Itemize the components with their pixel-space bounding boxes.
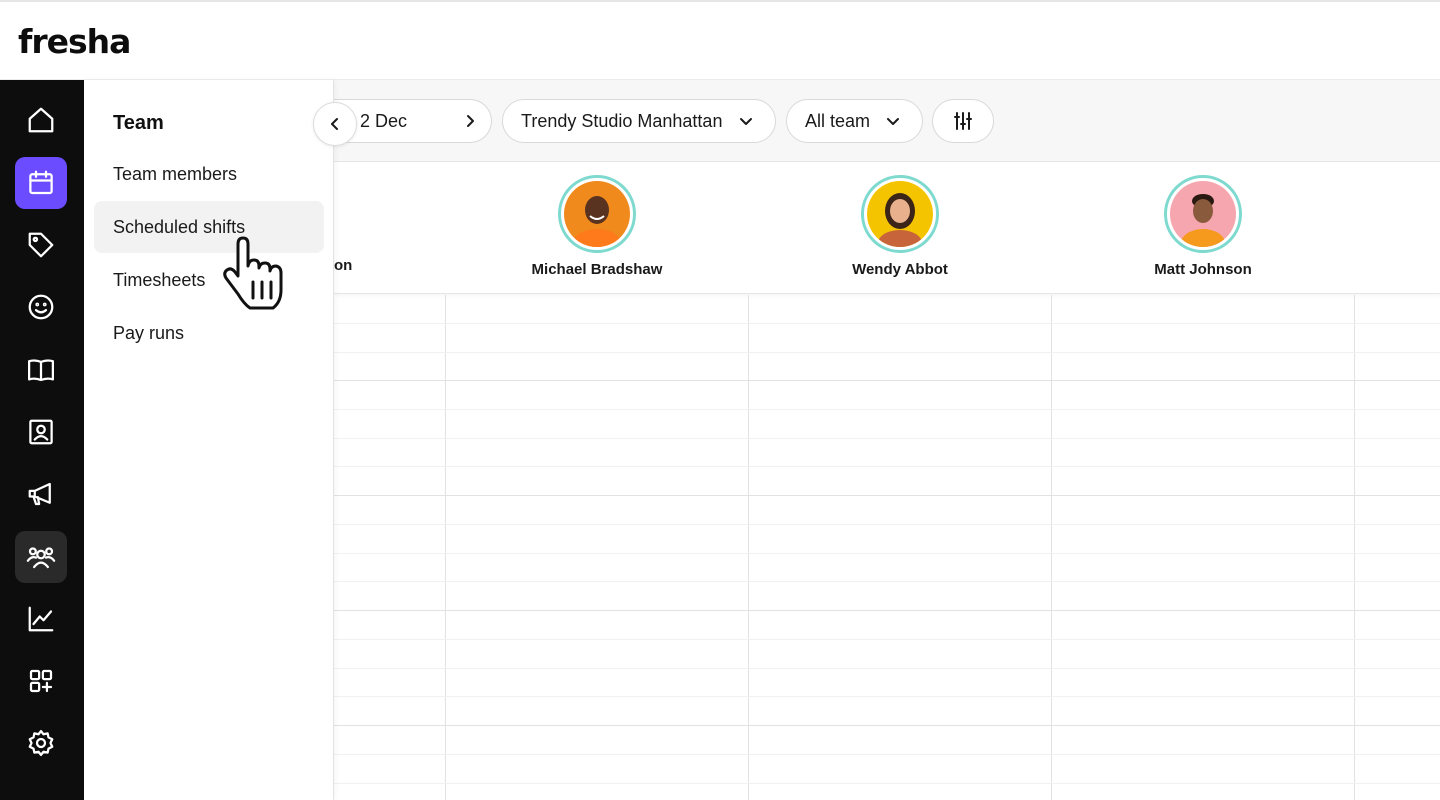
smile-icon [28,294,54,320]
nav-sales[interactable] [15,219,67,271]
nav-online-profile[interactable] [15,406,67,458]
book-icon [28,359,54,382]
grid-row-divider [334,409,1440,410]
grid-row-divider [334,783,1440,784]
grid-hour-divider [334,380,1440,381]
member-name: Michael Bradshaw [531,261,663,278]
submenu-item-team-members[interactable]: Team members [94,148,324,200]
home-icon [28,107,54,133]
tag-icon [28,232,54,258]
nav-team[interactable] [15,531,67,583]
chevron-right-icon [467,115,474,127]
sliders-icon [954,112,972,130]
grid-row-divider [334,553,1440,554]
megaphone-icon [28,482,51,506]
collapse-menu-button[interactable] [313,102,357,146]
calendar-icon [29,170,53,195]
nav-calendar[interactable] [15,157,67,209]
member-photo [1170,181,1236,247]
team-filter-label: All team [805,110,871,131]
submenu-title: Team [113,112,164,134]
grid-row-divider [334,668,1440,669]
grid-row-divider [334,524,1440,525]
avatar [1164,175,1242,253]
main-nav-rail [0,80,84,800]
team-submenu: Team Team members Scheduled shifts Times… [84,80,334,800]
team-member-column-header[interactable]: Matt Johnson [1103,175,1303,278]
avatar [558,175,636,253]
team-icon [26,547,56,569]
member-photo [867,181,933,247]
date-label: 2 Dec [360,110,408,131]
member-name: Wendy Abbot [852,261,948,278]
avatar [861,175,939,253]
team-filter-dropdown[interactable]: All team [786,99,923,143]
chevron-down-icon [887,118,899,125]
grid-hour-divider [334,725,1440,726]
top-bar: fresha [0,0,1440,80]
nav-clients[interactable] [15,281,67,333]
team-member-column-header[interactable]: Wendy Abbot [800,175,1000,278]
filter-settings-button[interactable] [932,99,994,143]
grid-hour-divider [334,495,1440,496]
grid-hour-divider [334,610,1440,611]
member-name: Matt Johnson [1154,261,1252,278]
team-member-column-header[interactable]: Michael Bradshaw [497,175,697,278]
grid-row-divider [334,639,1440,640]
gear-icon [28,730,54,756]
grid-row-divider [334,352,1440,353]
add-apps-icon [29,669,53,693]
partial-member-name: on [334,257,353,274]
member-photo [564,181,630,247]
grid-row-divider [334,696,1440,697]
nav-home[interactable] [15,94,67,146]
nav-catalog[interactable] [15,344,67,396]
grid-row-divider [334,323,1440,324]
chevron-down-icon [740,118,752,125]
nav-marketing[interactable] [15,468,67,520]
grid-row-divider [334,754,1440,755]
hand-pointer-cursor [220,236,296,319]
next-date-button[interactable] [449,99,492,143]
contact-card-icon [29,419,53,445]
grid-row-divider [334,581,1440,582]
location-label: Trendy Studio Manhattan [521,110,723,131]
nav-add-ons[interactable] [15,655,67,707]
chart-icon [28,606,54,632]
grid-row-divider [334,438,1440,439]
chevron-left-icon [331,118,338,130]
location-dropdown[interactable]: Trendy Studio Manhattan [502,99,776,143]
fresha-logo[interactable]: fresha [18,22,131,61]
nav-settings[interactable] [15,717,67,769]
nav-reports[interactable] [15,593,67,645]
schedule-grid[interactable] [334,295,1440,800]
grid-row-divider [334,466,1440,467]
pointer-hand-icon [223,236,283,310]
